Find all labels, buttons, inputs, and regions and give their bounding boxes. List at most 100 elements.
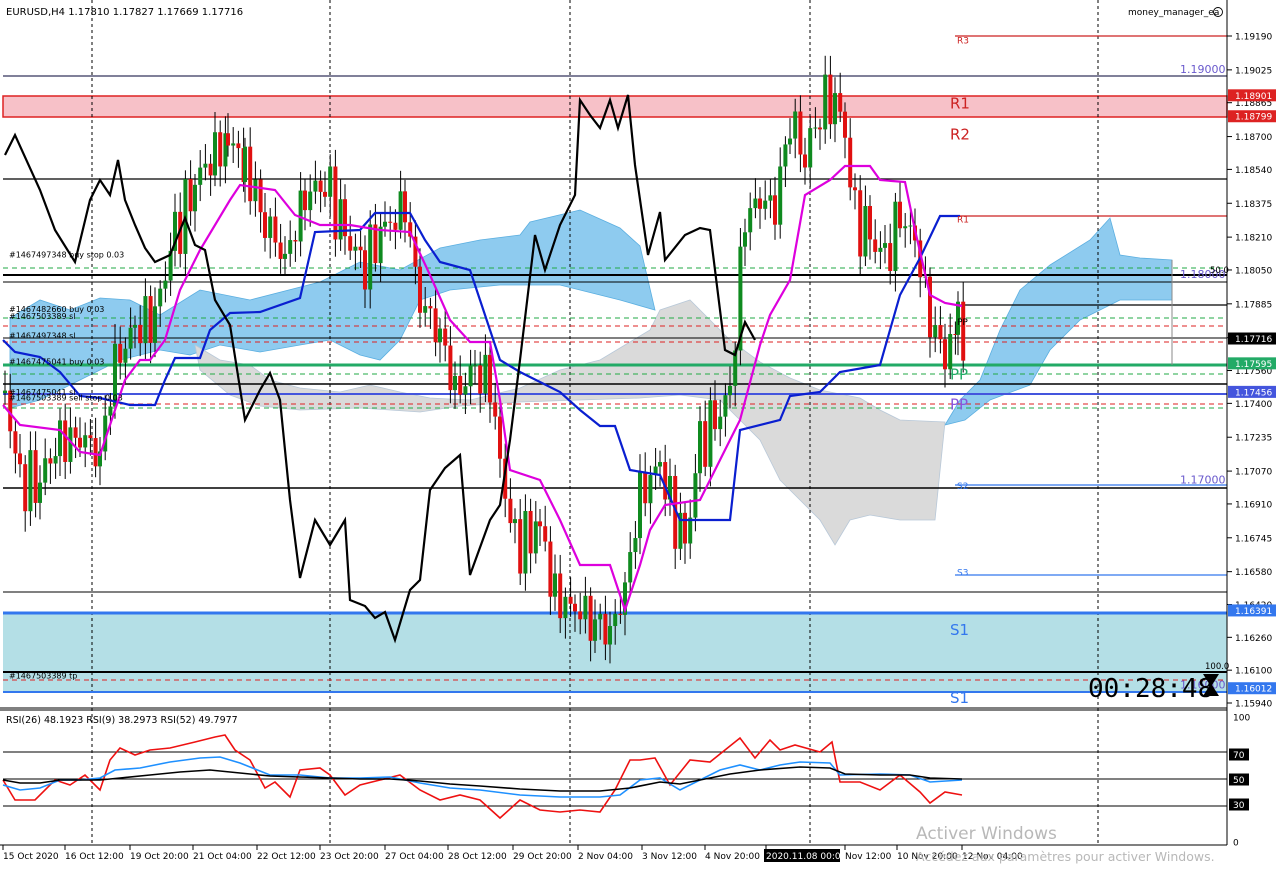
candle-body (428, 306, 433, 309)
order-label: #1467503389 sell stop 0.03 (9, 393, 123, 402)
candle-body (748, 208, 753, 233)
order-label: #1467503389 sl (9, 312, 76, 321)
rsi-tick-label: 100 (1233, 714, 1250, 724)
price-tick-label: 1.18210 (1235, 234, 1272, 244)
candle-body (663, 462, 668, 500)
candle-body (883, 243, 887, 248)
time-tick-label: 15 Oct 2020 (3, 852, 59, 862)
candle-body (493, 402, 498, 417)
candle-body (588, 595, 593, 641)
candle-body (478, 365, 483, 394)
candle-body (758, 198, 762, 209)
time-tick-label: 28 Oct 12:00 (448, 852, 507, 862)
price-tag-label: 1.18901 (1235, 92, 1272, 102)
candle-body (438, 328, 442, 343)
candle-body (553, 573, 557, 597)
candle-body (193, 184, 197, 212)
candle-body (248, 146, 253, 202)
candle-body (723, 395, 728, 417)
activation-watermark-title: Activer Windows (916, 824, 1057, 844)
candle-body (123, 348, 128, 363)
candle-body (763, 200, 768, 209)
candle-body (463, 386, 468, 395)
candle-body (713, 400, 717, 430)
candle-body (108, 406, 113, 416)
candle-body (368, 224, 373, 290)
candle-body (873, 239, 878, 252)
candle-body (278, 242, 283, 259)
price-tick-label: 1.17400 (1235, 400, 1272, 410)
candle-body (778, 166, 783, 225)
time-tick-label: 2020.11.08 00:00 (766, 852, 847, 862)
candle-body (313, 180, 318, 192)
candle-body (823, 74, 828, 130)
candle-body (203, 163, 208, 168)
price-tick-label: 1.16260 (1235, 634, 1272, 644)
time-tick-label: 21 Oct 04:00 (193, 852, 252, 862)
price-tick-label: 1.16910 (1235, 500, 1272, 510)
candle-body (243, 146, 247, 183)
candle-body (403, 191, 407, 223)
candle-body (523, 510, 528, 574)
pivot-level-label: R1 (950, 95, 970, 113)
candle-body (563, 596, 568, 619)
pivot-level-label: PP (950, 395, 968, 413)
candle-body (198, 167, 203, 185)
order-label: #1467475041 buy 0.03 (9, 357, 104, 366)
candle-body (868, 206, 872, 240)
activation-watermark-subtitle: Accédez aux paramètres pour activer Wind… (916, 849, 1215, 864)
candle-body (743, 232, 747, 247)
candle-body (683, 512, 687, 544)
candle-body (568, 596, 573, 604)
candle-body (488, 354, 492, 403)
price-chart[interactable]: EURUSD,H4 1.17810 1.17827 1.17669 1.1771… (0, 0, 1278, 871)
candle-body (538, 521, 542, 527)
candle-body (703, 421, 708, 467)
candle-body (468, 365, 473, 387)
candle-body (363, 250, 367, 290)
candle-body (163, 280, 168, 289)
candle-body (63, 420, 68, 462)
candle-body (318, 180, 323, 192)
candle-body (583, 595, 588, 620)
rsi-tick-label: 50 (1233, 776, 1245, 786)
candle-body (888, 243, 893, 271)
candle-body (908, 225, 913, 227)
candle-body (593, 619, 597, 641)
candle-body (658, 462, 662, 467)
rsi-tick-label: 30 (1233, 801, 1245, 811)
price-tag-label: 1.17716 (1235, 335, 1272, 345)
candle-body (618, 613, 623, 615)
candle-body (498, 416, 502, 459)
candle-body (833, 93, 837, 125)
candle-body (328, 166, 333, 197)
time-tick-label: 4 Nov 20:00 (705, 852, 760, 862)
candle-body (948, 333, 953, 370)
candle-body (768, 195, 773, 201)
candle-body (843, 111, 847, 138)
candle-body (628, 552, 633, 583)
order-label: #1467497348 buy stop 0.03 (9, 251, 124, 260)
candle-body (808, 128, 813, 168)
candle-body (43, 458, 48, 483)
candle-body (418, 266, 422, 313)
countdown-timer: 00:28:48 (1088, 674, 1213, 704)
candle-body (608, 626, 612, 645)
time-tick-label: 19 Oct 20:00 (130, 852, 189, 862)
candle-body (93, 438, 98, 467)
candle-body (828, 74, 833, 125)
candle-body (303, 190, 307, 211)
candle-body (78, 437, 82, 448)
candle-body (226, 133, 230, 146)
pivot-level-label: S1 (950, 689, 969, 707)
candle-body (288, 240, 293, 254)
price-tick-label: 1.18700 (1235, 133, 1272, 143)
candle-body (938, 325, 943, 340)
candle-body (893, 201, 898, 271)
price-tick-label: 1.19025 (1235, 66, 1272, 76)
candle-body (253, 179, 258, 202)
candle-body (798, 111, 803, 155)
price-tag-label: 1.17456 (1235, 388, 1272, 398)
candle-body (388, 221, 393, 223)
price-tick-label: 1.17070 (1235, 468, 1272, 478)
